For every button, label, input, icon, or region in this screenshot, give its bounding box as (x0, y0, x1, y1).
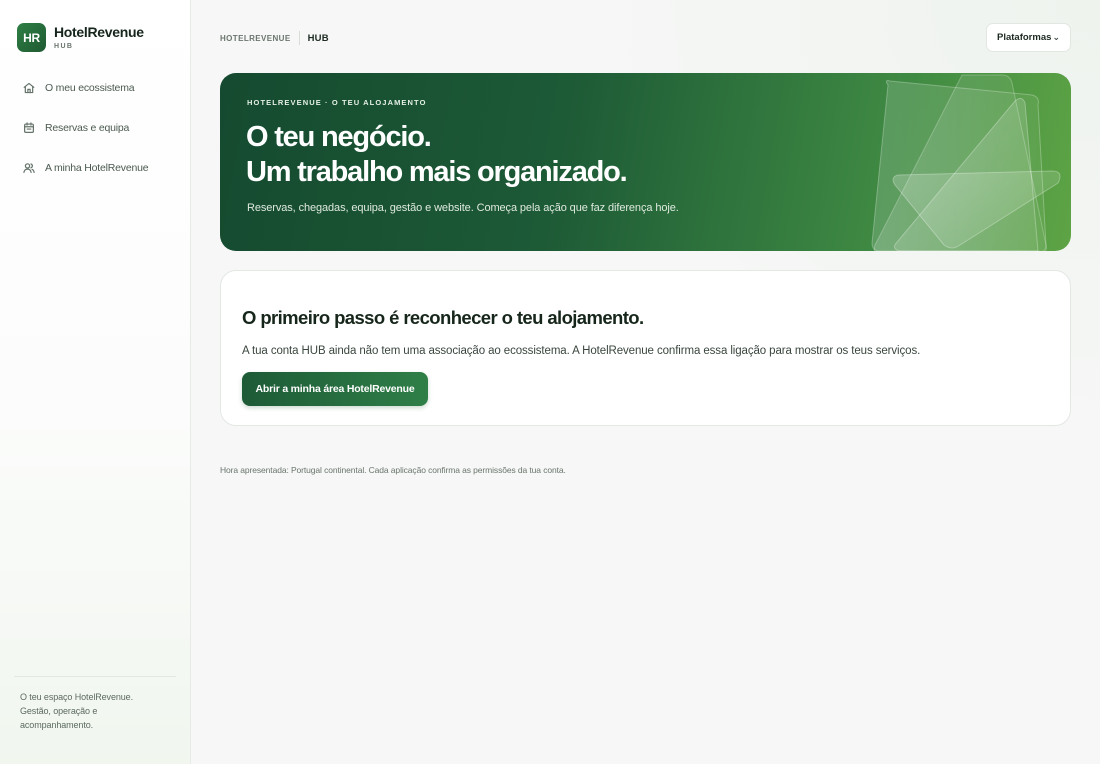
calendar-icon (24, 122, 34, 133)
breadcrumb-item-hotelrevenue[interactable]: HOTELREVENUE (220, 34, 291, 43)
hero-title-line-2: Um trabalho mais organizado. (246, 156, 628, 188)
hero-title: O teu negócio. Um trabalho mais organiza… (246, 120, 628, 190)
sidebar: HR HotelRevenue HUB O meu ecossistema Re… (0, 0, 191, 764)
breadcrumb: HOTELREVENUE HUB (220, 31, 329, 45)
brand-logo: HR (17, 23, 46, 52)
breadcrumb-separator (298, 31, 300, 45)
sidebar-item-minha-hotelrevenue[interactable]: A minha HotelRevenue (22, 160, 149, 176)
platforms-dropdown[interactable]: Plataformas ⌄ (986, 23, 1071, 52)
sidebar-item-ecossistema[interactable]: O meu ecossistema (22, 80, 148, 96)
brand[interactable]: HR HotelRevenue HUB (17, 23, 144, 52)
sidebar-item-reservas[interactable]: Reservas e equipa (22, 120, 148, 136)
sidebar-item-label: Reservas e equipa (45, 122, 130, 134)
platforms-label: Plataformas (997, 32, 1052, 43)
hero-eyebrow: HOTELREVENUE · O TEU ALOJAMENTO (247, 98, 427, 107)
card-text: A tua conta HUB ainda não tem uma associ… (242, 345, 921, 357)
chevron-down-icon: ⌄ (1052, 32, 1060, 42)
brand-name: HotelRevenue (54, 24, 144, 40)
sidebar-divider (14, 676, 176, 677)
home-icon (23, 82, 35, 94)
brand-text: HotelRevenue HUB (54, 24, 144, 51)
hero-title-line-1: O teu negócio. (246, 121, 432, 153)
card-title: O primeiro passo é reconhecer o teu aloj… (242, 307, 644, 328)
sidebar-item-label: A minha HotelRevenue (45, 162, 149, 174)
hero-subtitle: Reservas, chegadas, equipa, gestão e web… (247, 202, 679, 214)
breadcrumb-item-hub: HUB (307, 32, 329, 44)
open-hotelrevenue-area-button[interactable]: Abrir a minha área HotelRevenue (242, 372, 428, 406)
sidebar-item-label: O meu ecossistema (45, 82, 135, 94)
sidebar-nav: O meu ecossistema Reservas e equipa A mi… (22, 80, 149, 200)
footnote: Hora apresentada: Portugal continental. … (220, 465, 566, 475)
users-icon (23, 163, 35, 173)
brand-sub: HUB (54, 43, 74, 50)
sidebar-footer-text: O teu espaço HotelRevenue. Gestão, opera… (20, 692, 133, 730)
hero-banner: HOTELREVENUE · O TEU ALOJAMENTO O teu ne… (220, 73, 1071, 251)
onboarding-card: O primeiro passo é reconhecer o teu aloj… (220, 270, 1071, 426)
